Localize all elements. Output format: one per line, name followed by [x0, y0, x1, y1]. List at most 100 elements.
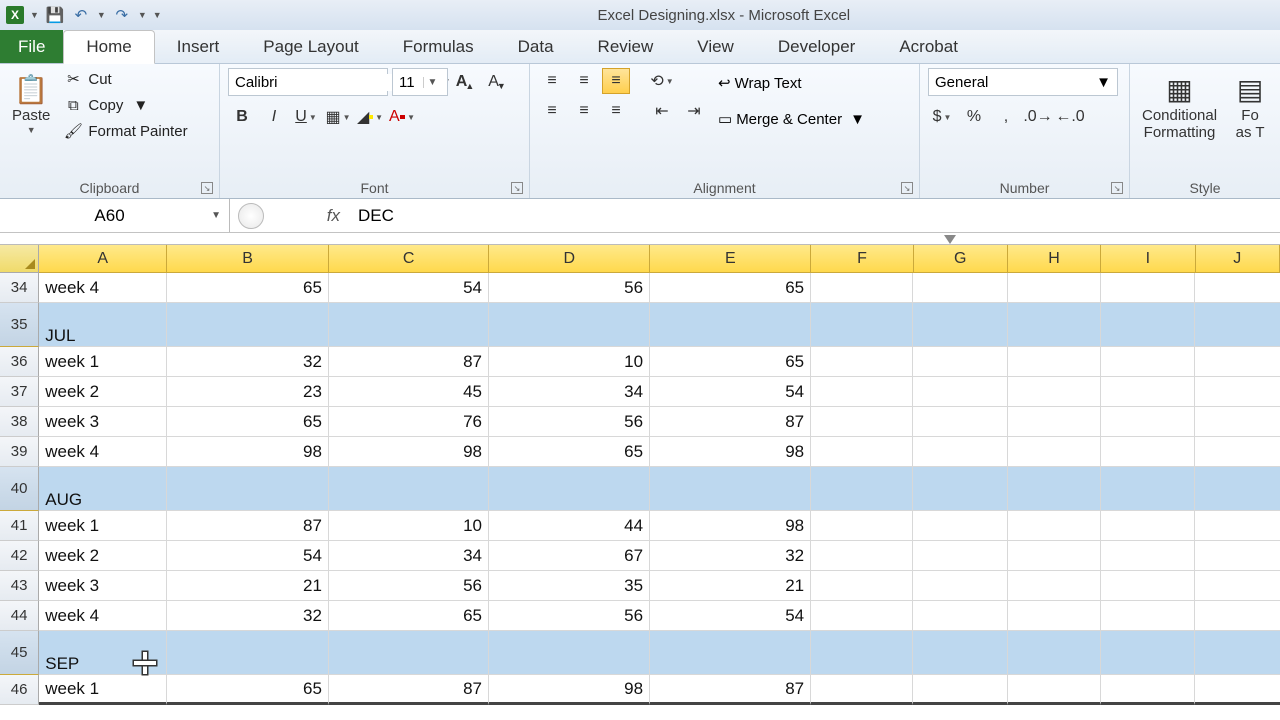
alignment-dialog-launcher[interactable]: ↘ [901, 182, 913, 194]
cell[interactable]: 10 [489, 347, 650, 377]
undo-dropdown[interactable]: ▼ [97, 10, 106, 20]
qat-more-dropdown[interactable]: ▼ [153, 10, 162, 20]
tab-data[interactable]: Data [496, 31, 576, 63]
decrease-indent-button[interactable]: ⇤ [648, 98, 676, 124]
cell[interactable]: 98 [167, 437, 329, 467]
cell[interactable] [1008, 303, 1101, 347]
copy-button[interactable]: ⧉Copy▼ [60, 94, 191, 116]
cell[interactable] [1195, 377, 1280, 407]
cancel-formula-icon[interactable] [238, 203, 264, 229]
italic-button[interactable]: I [260, 104, 288, 130]
increase-indent-button[interactable]: ⇥ [680, 98, 708, 124]
increase-decimal-button[interactable]: .0→ [1024, 104, 1052, 130]
cell[interactable] [489, 467, 650, 511]
cell[interactable] [913, 303, 1007, 347]
chevron-down-icon[interactable]: ▼ [1096, 74, 1111, 91]
cell[interactable]: 87 [650, 675, 811, 705]
tab-view[interactable]: View [675, 31, 756, 63]
cell[interactable] [1008, 437, 1101, 467]
cell[interactable] [1101, 407, 1195, 437]
cell[interactable] [811, 675, 913, 705]
cell[interactable]: week 3 [39, 571, 167, 601]
cell[interactable] [1008, 541, 1101, 571]
cell[interactable]: 65 [489, 437, 650, 467]
row-header[interactable]: 40 [0, 467, 39, 511]
font-name-select[interactable]: ▼ [228, 68, 388, 96]
cell[interactable]: 34 [489, 377, 650, 407]
cell[interactable] [1008, 273, 1101, 303]
wrap-text-button[interactable]: ↩Wrap Text [714, 68, 869, 98]
cell[interactable] [913, 273, 1007, 303]
cell[interactable]: 35 [489, 571, 650, 601]
cell[interactable]: 10 [329, 511, 489, 541]
cell[interactable] [167, 303, 329, 347]
cell[interactable] [1101, 347, 1195, 377]
cell[interactable] [1008, 377, 1101, 407]
cell[interactable] [811, 437, 913, 467]
cell[interactable] [1101, 437, 1195, 467]
font-dialog-launcher[interactable]: ↘ [511, 182, 523, 194]
align-bottom-button[interactable]: ≡ [602, 68, 630, 94]
cell[interactable]: 98 [489, 675, 650, 705]
align-right-button[interactable]: ≡ [602, 98, 630, 124]
cell[interactable] [1195, 571, 1280, 601]
cell[interactable] [329, 631, 489, 675]
cell[interactable] [913, 347, 1007, 377]
cell[interactable]: week 1 [39, 347, 167, 377]
redo-dropdown[interactable]: ▼ [138, 10, 147, 20]
tab-developer[interactable]: Developer [756, 31, 878, 63]
cell[interactable]: 87 [650, 407, 811, 437]
fx-icon[interactable]: fx [272, 206, 352, 226]
column-header-F[interactable]: F [811, 245, 913, 273]
fill-color-button[interactable]: ◢▼ [356, 104, 384, 130]
cell[interactable] [650, 303, 811, 347]
cell[interactable]: 65 [167, 273, 329, 303]
cell[interactable] [489, 631, 650, 675]
cell[interactable]: week 3 [39, 407, 167, 437]
row-header[interactable]: 45 [0, 631, 39, 675]
comma-format-button[interactable]: , [992, 104, 1020, 130]
column-header-A[interactable]: A [39, 245, 167, 273]
cell[interactable] [913, 631, 1007, 675]
cell[interactable] [1008, 675, 1101, 705]
cell[interactable] [1101, 377, 1195, 407]
column-header-B[interactable]: B [167, 245, 329, 273]
cell[interactable] [811, 511, 913, 541]
cell[interactable]: week 4 [39, 601, 167, 631]
cell[interactable] [329, 467, 489, 511]
cell[interactable]: 65 [167, 407, 329, 437]
cell[interactable] [1101, 273, 1195, 303]
cell[interactable]: 76 [329, 407, 489, 437]
format-as-table-button[interactable]: ▤ Fo as T [1227, 68, 1273, 143]
cell[interactable]: week 2 [39, 541, 167, 571]
cell[interactable]: week 4 [39, 273, 167, 303]
cell[interactable]: 23 [167, 377, 329, 407]
cell[interactable] [811, 407, 913, 437]
increase-font-button[interactable]: A▲ [452, 69, 480, 95]
paste-button[interactable]: 📋 Paste ▼ [8, 68, 54, 137]
cell[interactable] [1101, 675, 1195, 705]
cell[interactable] [1195, 273, 1280, 303]
cell[interactable]: week 1 [39, 511, 167, 541]
cell[interactable]: 87 [167, 511, 329, 541]
font-size-input[interactable] [393, 74, 423, 91]
redo-icon[interactable]: ↷ [112, 5, 132, 25]
cell[interactable] [650, 631, 811, 675]
accounting-format-button[interactable]: $▼ [928, 104, 956, 130]
select-all-button[interactable] [0, 245, 39, 273]
bold-button[interactable]: B [228, 104, 256, 130]
cell[interactable]: 98 [329, 437, 489, 467]
undo-icon[interactable]: ↶ [71, 5, 91, 25]
cell[interactable] [1101, 467, 1195, 511]
cell[interactable]: 54 [650, 601, 811, 631]
row-header[interactable]: 36 [0, 347, 39, 377]
tab-page-layout[interactable]: Page Layout [241, 31, 380, 63]
column-header-J[interactable]: J [1196, 245, 1280, 273]
cell[interactable]: JUL [39, 303, 167, 347]
tab-insert[interactable]: Insert [155, 31, 242, 63]
row-header[interactable]: 34 [0, 273, 39, 303]
row-header[interactable]: 44 [0, 601, 39, 631]
number-dialog-launcher[interactable]: ↘ [1111, 182, 1123, 194]
cell[interactable]: 32 [167, 347, 329, 377]
name-box[interactable]: A60 ▼ [0, 199, 230, 232]
